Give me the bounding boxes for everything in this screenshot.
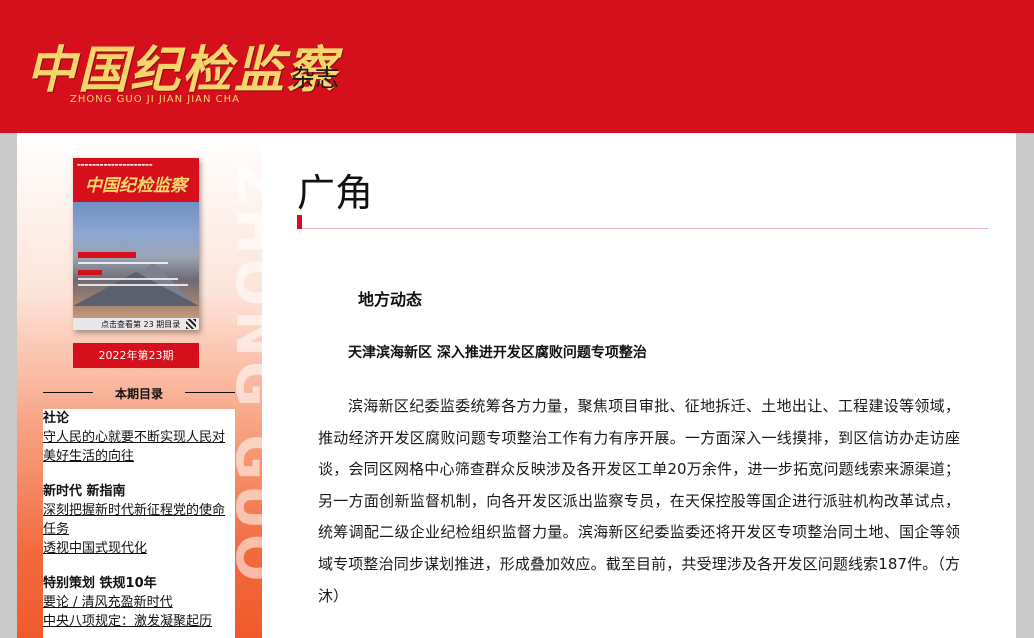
article-headline: 天津滨海新区 深入推进开发区腐败问题专项整治 <box>348 345 647 361</box>
cover-headline-line <box>78 278 178 280</box>
issue-label[interactable]: 2022年第23期 <box>73 343 199 368</box>
cover-headline-bar <box>78 252 136 258</box>
toc-list: 社论 守人民的心就要不断实现人民对美好生活的向往 新时代 新指南 深刻把握新时代… <box>43 409 235 638</box>
toc-link[interactable]: 中央八项规定：激发凝聚起历 <box>43 612 235 631</box>
toc-section: 特别策划 铁规10年 要论 / 清风充盈新时代 中央八项规定：激发凝聚起历 <box>43 574 235 631</box>
toc-section: 社论 守人民的心就要不断实现人民对美好生活的向往 <box>43 409 235 466</box>
toc-section-title: 社论 <box>43 411 70 426</box>
category-title: 广角 <box>297 171 374 215</box>
article-body: 滨海新区纪委监委统筹各方力量，聚焦项目审批、征地拆迁、土地出让、工程建设等领域，… <box>318 397 960 605</box>
site-header: 中国纪检监察 ZHONG GUO JI JIAN JIAN CHA 杂志 <box>0 0 1034 133</box>
toc-section-title: 特别策划 铁规10年 <box>43 576 157 591</box>
toc-section: 新时代 新指南 深刻把握新时代新征程党的使命任务 透视中国式现代化 <box>43 482 235 558</box>
divider <box>302 228 988 229</box>
toc-link[interactable]: 透视中国式现代化 <box>43 539 235 558</box>
cover-photo <box>73 202 199 318</box>
qr-code-icon <box>186 319 196 329</box>
page-content: ZHONG GUO ▬▬▬▬▬▬▬▬▬▬▬▬▬▬▬▬▬▬▬▬ 中国纪检监察 点击… <box>17 133 1016 638</box>
column-title: 地方动态 <box>358 290 423 309</box>
cover-headline-bar <box>78 270 102 275</box>
toc-link[interactable]: 深刻把握新时代新征程党的使命任务 <box>43 501 235 539</box>
cover-title: 中国纪检监察 <box>85 176 187 196</box>
cover-header: ▬▬▬▬▬▬▬▬▬▬▬▬▬▬▬▬▬▬▬▬ 中国纪检监察 <box>73 158 199 202</box>
toc-title: 本期目录 <box>114 387 163 401</box>
toc-link[interactable]: 要论 / 清风充盈新时代 <box>43 593 235 612</box>
divider <box>43 392 93 393</box>
cover-headline-line <box>78 284 188 286</box>
cover-publisher-line: ▬▬▬▬▬▬▬▬▬▬▬▬▬▬▬▬▬▬▬▬ <box>77 162 153 167</box>
toc-heading: 本期目录 <box>43 385 235 401</box>
logo-suffix: 杂志 <box>291 64 339 92</box>
divider <box>185 392 235 393</box>
cover-toc-link[interactable]: 点击查看第 23 期目录 <box>101 319 180 330</box>
cover-headline-line <box>78 262 168 264</box>
toc-section-title: 新时代 新指南 <box>43 484 126 499</box>
logo-pinyin: ZHONG GUO JI JIAN JIAN CHA <box>70 94 240 105</box>
magazine-cover[interactable]: ▬▬▬▬▬▬▬▬▬▬▬▬▬▬▬▬▬▬▬▬ 中国纪检监察 点击查看第 23 期目录 <box>73 158 199 330</box>
category-marker <box>297 215 302 229</box>
sidebar: ZHONG GUO ▬▬▬▬▬▬▬▬▬▬▬▬▬▬▬▬▬▬▬▬ 中国纪检监察 点击… <box>17 133 262 638</box>
toc-link[interactable]: 守人民的心就要不断实现人民对美好生活的向往 <box>43 428 235 466</box>
